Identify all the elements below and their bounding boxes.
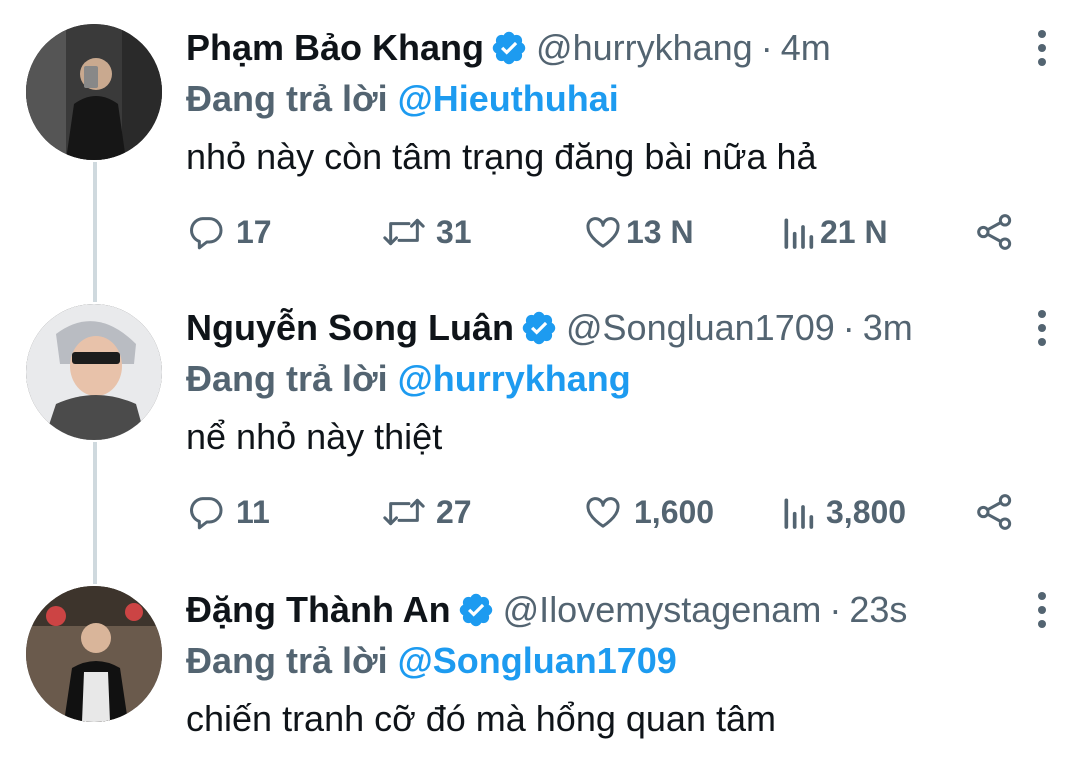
user-handle[interactable]: @Ilovemystagenam [503, 589, 822, 631]
share-button[interactable] [974, 212, 1016, 260]
user-handle[interactable]: @hurrykhang [536, 27, 753, 69]
timestamp[interactable]: 3m [863, 307, 913, 349]
reply-count: 17 [236, 213, 272, 250]
tweet-text: chiến tranh cỡ đó mà hổng quan tâm [186, 698, 776, 739]
views-count: 3,800 [826, 493, 907, 530]
replying-to-label: Đang trả lời [186, 78, 388, 119]
share-icon [977, 494, 1012, 530]
more-vertical-icon [1038, 30, 1046, 38]
display-name[interactable]: Nguyễn Song Luân [186, 307, 514, 349]
avatar-photo-icon [26, 304, 162, 440]
retweet-count: 31 [436, 213, 472, 250]
verified-badge-icon [492, 31, 526, 65]
reply-button[interactable]: 11 [186, 490, 270, 534]
user-handle[interactable]: @Songluan1709 [566, 307, 835, 349]
timestamp[interactable]: 4m [781, 27, 831, 69]
more-vertical-icon [1038, 606, 1046, 614]
like-count: 13 N [626, 213, 694, 250]
timestamp[interactable]: 23s [849, 589, 907, 631]
reply-mention-link[interactable]: @Hieuthuhai [398, 78, 619, 119]
tweet-text: nhỏ này còn tâm trạng đăng bài nữa hả [186, 136, 817, 177]
tweet-text: nể nhỏ này thiệt [186, 416, 443, 457]
more-options-button[interactable] [1036, 310, 1048, 346]
reply-icon [190, 217, 223, 250]
retweet-count: 27 [436, 493, 472, 530]
avatar[interactable] [26, 24, 162, 160]
tweet-actions: 11 27 1,600 3,800 [186, 490, 1056, 534]
replying-to-label: Đang trả lời [186, 358, 388, 399]
heart-icon [586, 217, 620, 248]
share-button[interactable] [974, 492, 1016, 540]
more-vertical-icon [1038, 310, 1046, 318]
more-vertical-icon [1038, 620, 1046, 628]
replying-to-label: Đang trả lời [186, 640, 388, 681]
retweet-button[interactable]: 31 [382, 210, 472, 254]
avatar[interactable] [26, 304, 162, 440]
reply-mention-link[interactable]: @hurrykhang [398, 358, 631, 399]
tweet[interactable]: Đặng Thành An @Ilovemystagenam · 23s Đan… [0, 586, 1080, 762]
more-vertical-icon [1038, 324, 1046, 332]
like-button[interactable]: 13 N [582, 210, 694, 254]
verified-badge-icon [522, 311, 556, 345]
display-name[interactable]: Phạm Bảo Khang [186, 27, 484, 69]
share-icon [977, 214, 1012, 250]
tweet[interactable]: Nguyễn Song Luân @Songluan1709 · 3m Đang… [0, 304, 1080, 564]
more-vertical-icon [1038, 44, 1046, 52]
display-name[interactable]: Đặng Thành An [186, 589, 451, 631]
avatar-photo-icon [26, 586, 162, 722]
separator-dot: · [760, 27, 773, 68]
retweet-icon [383, 218, 425, 246]
views-count: 21 N [820, 213, 888, 250]
more-options-button[interactable] [1036, 592, 1048, 628]
separator-dot: · [829, 589, 842, 630]
analytics-icon [784, 218, 814, 249]
reply-mention-link[interactable]: @Songluan1709 [398, 640, 677, 681]
avatar[interactable] [26, 586, 162, 722]
more-options-button[interactable] [1036, 30, 1048, 66]
analytics-icon [784, 498, 814, 529]
avatar-photo-icon [26, 24, 162, 160]
tweet[interactable]: Phạm Bảo Khang @hurrykhang · 4m Đang trả… [0, 24, 1080, 284]
like-count: 1,600 [634, 493, 715, 530]
retweet-button[interactable]: 27 [382, 490, 472, 534]
reply-icon [190, 497, 223, 530]
separator-dot: · [842, 307, 855, 348]
verified-badge-icon [459, 593, 492, 627]
heart-icon [586, 497, 620, 528]
retweet-icon [383, 498, 425, 526]
views-button[interactable]: 3,800 [780, 490, 906, 534]
more-vertical-icon [1038, 58, 1046, 66]
tweet-actions: 17 31 13 N 21 N [186, 210, 1056, 254]
reply-button[interactable]: 17 [186, 210, 272, 254]
more-vertical-icon [1038, 592, 1046, 600]
more-vertical-icon [1038, 338, 1046, 346]
like-button[interactable]: 1,600 [582, 490, 714, 534]
views-button[interactable]: 21 N [780, 210, 888, 254]
reply-count: 11 [236, 493, 270, 530]
